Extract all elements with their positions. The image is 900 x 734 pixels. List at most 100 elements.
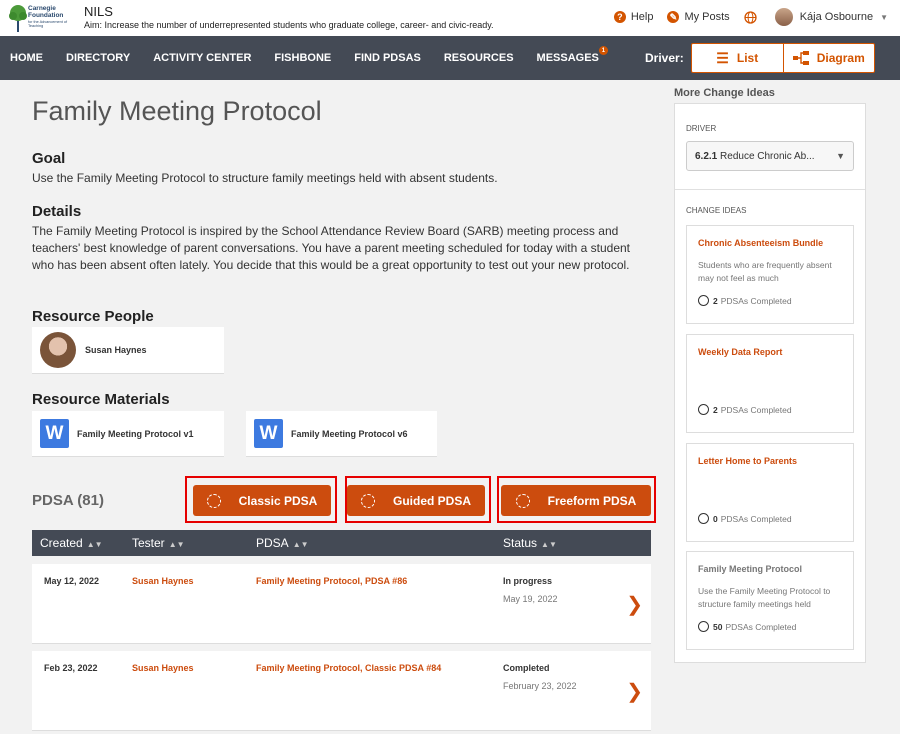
driver-number: 6.2.1 <box>695 150 718 162</box>
nav-activity-center[interactable]: ACTIVITY CENTER <box>153 52 251 64</box>
crosshair-icon <box>698 621 709 632</box>
change-idea-title[interactable]: Chronic Absenteeism Bundle <box>698 238 823 248</box>
change-idea-card[interactable]: Weekly Data Report 2 PDSAs Completed <box>686 334 854 433</box>
chevron-down-icon: ▼ <box>836 151 845 161</box>
driver-view-toggle: ☰ List Diagram <box>691 43 875 73</box>
guided-pdsa-button[interactable]: Guided PDSA <box>347 485 485 516</box>
change-idea-card[interactable]: Chronic Absenteeism Bundle Students who … <box>686 225 854 324</box>
sort-icon: ▲▼ <box>168 540 185 549</box>
pdsa-count-label: PDSAs Completed <box>720 404 792 415</box>
status-text: In progress <box>503 576 553 586</box>
nav-find-pdsas[interactable]: FIND PDSAS <box>354 52 421 64</box>
change-idea-title[interactable]: Weekly Data Report <box>698 347 782 357</box>
sort-icon: ▲▼ <box>86 540 103 549</box>
nav-resources[interactable]: RESOURCES <box>444 52 514 64</box>
pencil-icon: ✎ <box>667 11 680 23</box>
resource-people-heading: Resource People <box>32 308 154 325</box>
sort-tester[interactable]: Tester ▲▼ <box>132 536 185 550</box>
top-bar: Carnegie Foundation for the Advancement … <box>0 0 900 36</box>
classic-pdsa-button[interactable]: Classic PDSA <box>193 485 331 516</box>
change-ideas-label: CHANGE IDEAS <box>686 206 747 215</box>
sort-created[interactable]: Created ▲▼ <box>40 536 103 550</box>
material-card-v6[interactable]: W Family Meeting Protocol v6 <box>246 411 437 457</box>
crosshair-icon <box>698 295 709 306</box>
resource-materials-heading: Resource Materials <box>32 391 170 408</box>
pdsa-completed-count: 50 PDSAs Completed <box>698 621 796 632</box>
change-idea-title: Family Meeting Protocol <box>698 564 803 574</box>
crosshair-icon <box>360 493 375 508</box>
created-date: May 12, 2022 <box>44 576 100 586</box>
user-menu-area: ? Help ✎ My Posts Kája Osbourne ▼ <box>600 8 888 26</box>
my-posts-link[interactable]: ✎ My Posts <box>667 11 730 23</box>
list-view-label: List <box>736 51 759 65</box>
pdsa-table-header: Created ▲▼ Tester ▲▼ PDSA ▲▼ Status ▲▼ <box>32 530 651 556</box>
chevron-down-icon: ▼ <box>880 12 888 22</box>
pdsa-count-value: 50 <box>713 621 723 632</box>
app-name: NILS <box>84 4 113 19</box>
material-card-v1[interactable]: W Family Meeting Protocol v1 <box>32 411 224 457</box>
freeform-pdsa-label: Freeform PDSA <box>547 493 637 508</box>
user-name: Kája Osbourne <box>799 11 874 23</box>
nav-home[interactable]: HOME <box>10 52 43 64</box>
pdsa-count-value: 2 <box>713 295 718 306</box>
table-row[interactable]: Feb 23, 2022 Susan Haynes Family Meeting… <box>32 651 651 731</box>
pdsa-link[interactable]: Family Meeting Protocol, Classic PDSA #8… <box>256 663 441 673</box>
logo-subtitle: for the Advancement of Teaching <box>28 20 68 28</box>
sort-status[interactable]: Status ▲▼ <box>503 536 557 550</box>
created-date: Feb 23, 2022 <box>44 663 98 673</box>
sort-pdsa[interactable]: PDSA ▲▼ <box>256 536 309 550</box>
crosshair-icon <box>206 493 221 508</box>
sort-icon: ▲▼ <box>541 540 557 549</box>
resource-person-card[interactable]: Susan Haynes <box>32 327 224 374</box>
pdsa-count: PDSA (81) <box>32 492 104 509</box>
pdsa-count-label: PDSAs Completed <box>720 513 792 524</box>
change-idea-title[interactable]: Letter Home to Parents <box>698 456 797 466</box>
diagram-icon <box>792 51 809 65</box>
goal-heading: Goal <box>32 150 66 167</box>
status-text: Completed <box>503 663 550 673</box>
pdsa-completed-count: 2 PDSAs Completed <box>698 404 792 415</box>
carnegie-logo[interactable]: Carnegie Foundation for the Advancement … <box>8 4 78 32</box>
driver-select[interactable]: 6.2.1 Reduce Chronic Ab... ▼ <box>686 141 854 171</box>
status-header: Status <box>503 536 538 550</box>
nav-messages[interactable]: MESSAGES 1 <box>537 46 608 64</box>
list-icon: ☰ <box>716 49 729 66</box>
pdsa-count-label: PDSAs Completed <box>725 621 797 632</box>
classic-pdsa-label: Classic PDSA <box>238 493 318 508</box>
status-date: February 23, 2022 <box>503 681 577 691</box>
freeform-pdsa-button[interactable]: Freeform PDSA <box>501 485 651 516</box>
crosshair-icon <box>698 404 709 415</box>
help-link[interactable]: ? Help <box>613 11 653 23</box>
change-ideas-panel: DRIVER 6.2.1 Reduce Chronic Ab... ▼ CHAN… <box>674 103 866 663</box>
more-change-ideas-title: More Change Ideas <box>674 87 775 99</box>
crosshair-icon <box>698 513 709 524</box>
tester-link[interactable]: Susan Haynes <box>132 576 194 586</box>
page-title: Family Meeting Protocol <box>32 96 322 126</box>
tree-icon <box>9 5 27 32</box>
pdsa-completed-count: 2 PDSAs Completed <box>698 295 792 306</box>
change-idea-card[interactable]: Letter Home to Parents 0 PDSAs Completed <box>686 443 854 542</box>
pdsa-count-label: PDSAs Completed <box>720 295 792 306</box>
pdsa-link[interactable]: Family Meeting Protocol, PDSA #86 <box>256 576 407 586</box>
chevron-right-icon[interactable]: ❯ <box>626 592 643 617</box>
aim-text: Aim: Increase the number of underreprese… <box>84 20 494 30</box>
list-view-button[interactable]: ☰ List <box>692 44 783 72</box>
tester-link[interactable]: Susan Haynes <box>132 663 194 673</box>
pdsa-count-value: 0 <box>713 513 718 524</box>
user-menu[interactable]: Kája Osbourne ▼ <box>774 8 888 26</box>
sort-icon: ▲▼ <box>292 540 309 549</box>
logo-title: Carnegie Foundation <box>28 5 64 19</box>
change-idea-desc: Use the Family Meeting Protocol to struc… <box>698 586 831 609</box>
guided-pdsa-label: Guided PDSA <box>392 493 471 508</box>
word-doc-icon: W <box>254 419 283 448</box>
nav-fishbone[interactable]: FISHBONE <box>274 52 331 64</box>
my-posts-label: My Posts <box>684 11 730 23</box>
driver-text: Reduce Chronic Ab... <box>720 150 815 162</box>
messages-badge: 1 <box>598 46 608 55</box>
nav-directory[interactable]: DIRECTORY <box>66 52 130 64</box>
table-row[interactable]: May 12, 2022 Susan Haynes Family Meeting… <box>32 564 651 644</box>
avatar <box>40 332 76 368</box>
chevron-right-icon[interactable]: ❯ <box>626 679 643 704</box>
diagram-view-button[interactable]: Diagram <box>782 44 875 72</box>
language-button[interactable] <box>744 10 757 24</box>
